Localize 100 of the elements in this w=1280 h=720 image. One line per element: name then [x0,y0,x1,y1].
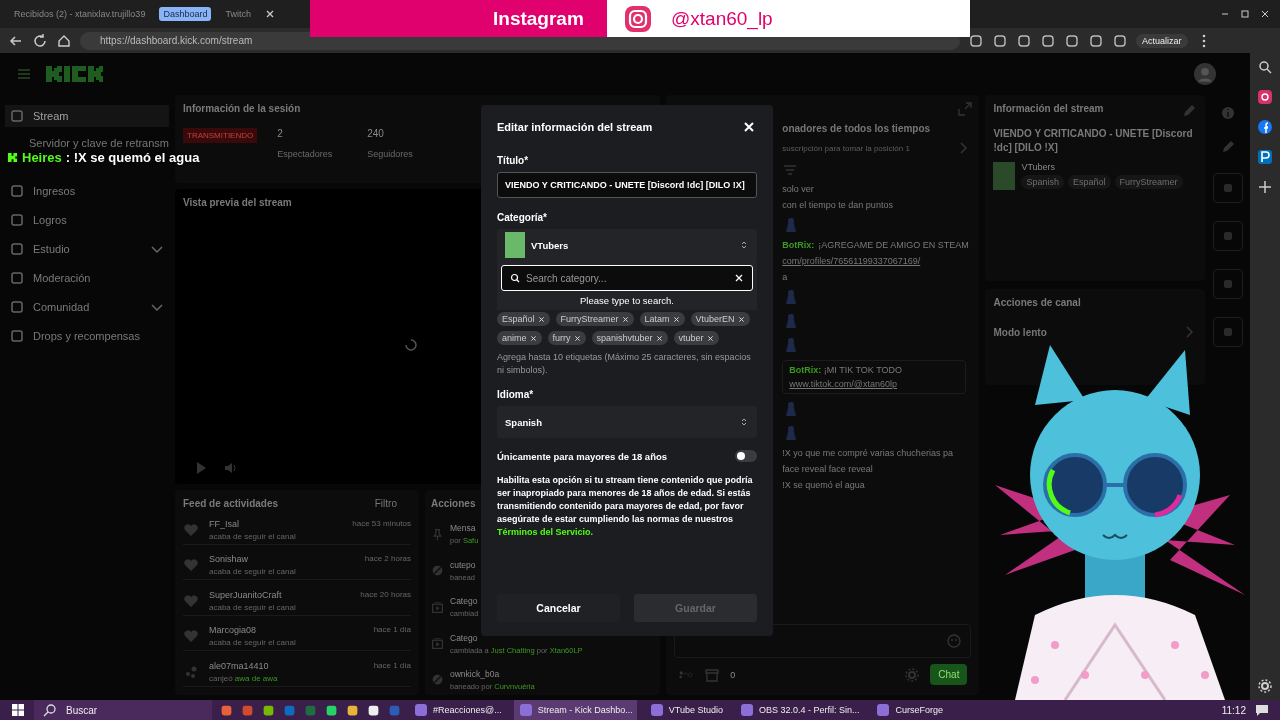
app-icon [738,702,755,718]
notification-icon[interactable] [1254,702,1270,718]
search-placeholder: Buscar [66,704,98,716]
sidebar-item[interactable]: Drops y recompensas [5,325,169,347]
app-icon[interactable] [262,703,275,717]
channel-action-row[interactable]: Modo lento [993,324,1198,340]
p-logo-icon[interactable] [1257,149,1273,165]
sidebar-item[interactable]: Moderación [5,267,169,289]
category-search-field[interactable]: Search category... [524,271,730,285]
feed-time: hace 1 día [373,625,411,636]
browser-tab[interactable]: Dashboard [159,7,212,21]
heart-icon [183,592,199,609]
tag-chip[interactable]: FurryStreamer [555,312,634,327]
tag-chip[interactable]: Español [497,312,550,327]
camera-logo-icon [623,3,653,34]
tag-chip[interactable]: vtuber [673,331,719,346]
search-icon [510,273,520,284]
close-icon[interactable] [264,9,275,19]
chat-username[interactable]: BotRix: [789,365,822,375]
remove-icon[interactable] [737,315,745,323]
tag-chip[interactable]: VtuberEN [690,312,750,327]
chat-count: 0 [730,669,736,680]
close-icon[interactable] [1260,9,1270,19]
feed-detail: acaba de seguir el canal [209,602,296,612]
tag-chip[interactable]: furry [547,331,586,346]
tag-chip[interactable]: anime [497,331,542,346]
update-button[interactable]: Actualizar [1136,33,1188,48]
sidebar-item[interactable]: Estudio [5,238,169,260]
browser-tab[interactable]: Twitch [221,7,255,21]
mature-toggle[interactable] [735,450,757,463]
camera-logo-icon[interactable] [1257,89,1273,105]
rounded-square-icon [9,183,25,199]
rounded-square-icon [9,328,25,344]
extension-icon[interactable] [968,32,984,49]
updown-icon [739,240,749,251]
chat-send-button[interactable]: Chat [930,664,968,685]
plus-icon[interactable] [1257,179,1273,195]
extension-icon[interactable] [992,32,1008,49]
extension-icon[interactable] [1064,32,1080,49]
remove-icon[interactable] [529,334,537,342]
browser-tab[interactable]: Recibidos (2) - xtanixlav.trujillo39 [10,7,150,21]
reload-icon[interactable] [32,32,48,49]
sidebar-item[interactable]: Comunidad [5,296,169,318]
heart-icon [183,521,199,538]
extension-icon[interactable] [1016,32,1032,49]
extension-icon[interactable] [1040,32,1056,49]
extension-icon[interactable] [1112,32,1128,49]
category-search-box[interactable]: Search category... [501,265,753,292]
maximize-icon[interactable] [1240,9,1250,19]
chat-link[interactable]: com/profiles/76561199337067169/ [782,256,921,266]
stream-tag: Spanish [1021,175,1064,189]
extension-icon[interactable] [1088,32,1104,49]
chat-username[interactable]: BotRix: [782,240,815,250]
taskbar-search-field[interactable]: Buscar [34,700,212,720]
app-icon[interactable] [325,703,338,717]
sidebar-subitem[interactable]: Servidor y clave de retransm [5,134,169,149]
rounded-square-icon [9,299,25,315]
feed-detail: canjeó awa de awa [209,673,278,683]
search-icon[interactable] [1257,59,1273,75]
remove-icon[interactable] [621,315,629,323]
tag-chip[interactable]: spanishvtuber [591,331,668,346]
stream-title: VIENDO Y CRITICANDO - UNETE [Discord !dc] [DILO !X] [993,127,1194,154]
mature-description: Habilita esta opción si tu stream tiene contenido que podría ser inapropiado para menores de 18 años de edad. Si estás transmitiendo contenido para mayores de edad, por favor asegúrate de estar cumpliendo las normas de nuestros Términos del Servicio. [497,474,754,540]
k-logo-icon[interactable] [44,64,104,84]
filter-link[interactable]: Filtro [374,498,397,509]
taskbar-window[interactable]: CurseForge [871,700,947,720]
windows-start-icon[interactable] [10,702,26,718]
category-thumbnail [505,232,525,259]
remove-icon[interactable] [706,334,714,342]
cancel-button[interactable]: Cancelar [497,594,620,622]
rounded-square-icon [9,270,25,286]
app-icon[interactable] [367,703,380,717]
chat-link[interactable]: www.tiktok.com/@xtan60lp [789,379,960,389]
remove-icon[interactable] [537,315,545,323]
stat-value: 240 [367,128,385,139]
category-select[interactable]: VTubers [497,229,757,262]
remove-icon[interactable] [655,334,663,342]
taskbar-window[interactable]: Stream - Kick Dashbo... [513,700,637,720]
sidebar-item[interactable]: Stream [5,105,169,127]
sidebar-item[interactable]: Logros [5,209,169,231]
user-avatar-icon[interactable] [1194,63,1216,85]
taskbar-window[interactable]: #Reacciones@... [409,700,506,720]
taskbar-window[interactable]: OBS 32.0.4 - Perfil: Sin... [734,700,864,720]
live-status-badge: TRANSMITIENDO [183,128,258,143]
f-logo-icon[interactable] [1257,119,1273,135]
tag-chip[interactable]: Latam [639,312,685,327]
title-input-field[interactable]: VIENDO Y CRITICANDO - UNETE [Discord !dc] [DILO !X] [497,172,757,199]
search-icon [42,702,58,718]
sidebar-item[interactable]: Ingresos [5,180,169,202]
panel-title: Feed de actividades [183,498,279,509]
remove-icon[interactable] [672,315,680,323]
language-select[interactable]: Spanish [497,406,757,439]
taskbar-window[interactable]: VTube Studio [644,700,727,720]
feed-detail: acaba de seguir el canal [209,531,296,541]
feed-time: hace 1 día [373,660,411,671]
remove-icon[interactable] [573,334,581,342]
feed-user: ale07ma14410 [209,660,269,671]
clear-icon[interactable] [734,273,744,284]
terms-link[interactable]: Términos del Servicio. [497,527,594,538]
app-icon[interactable] [346,703,359,717]
